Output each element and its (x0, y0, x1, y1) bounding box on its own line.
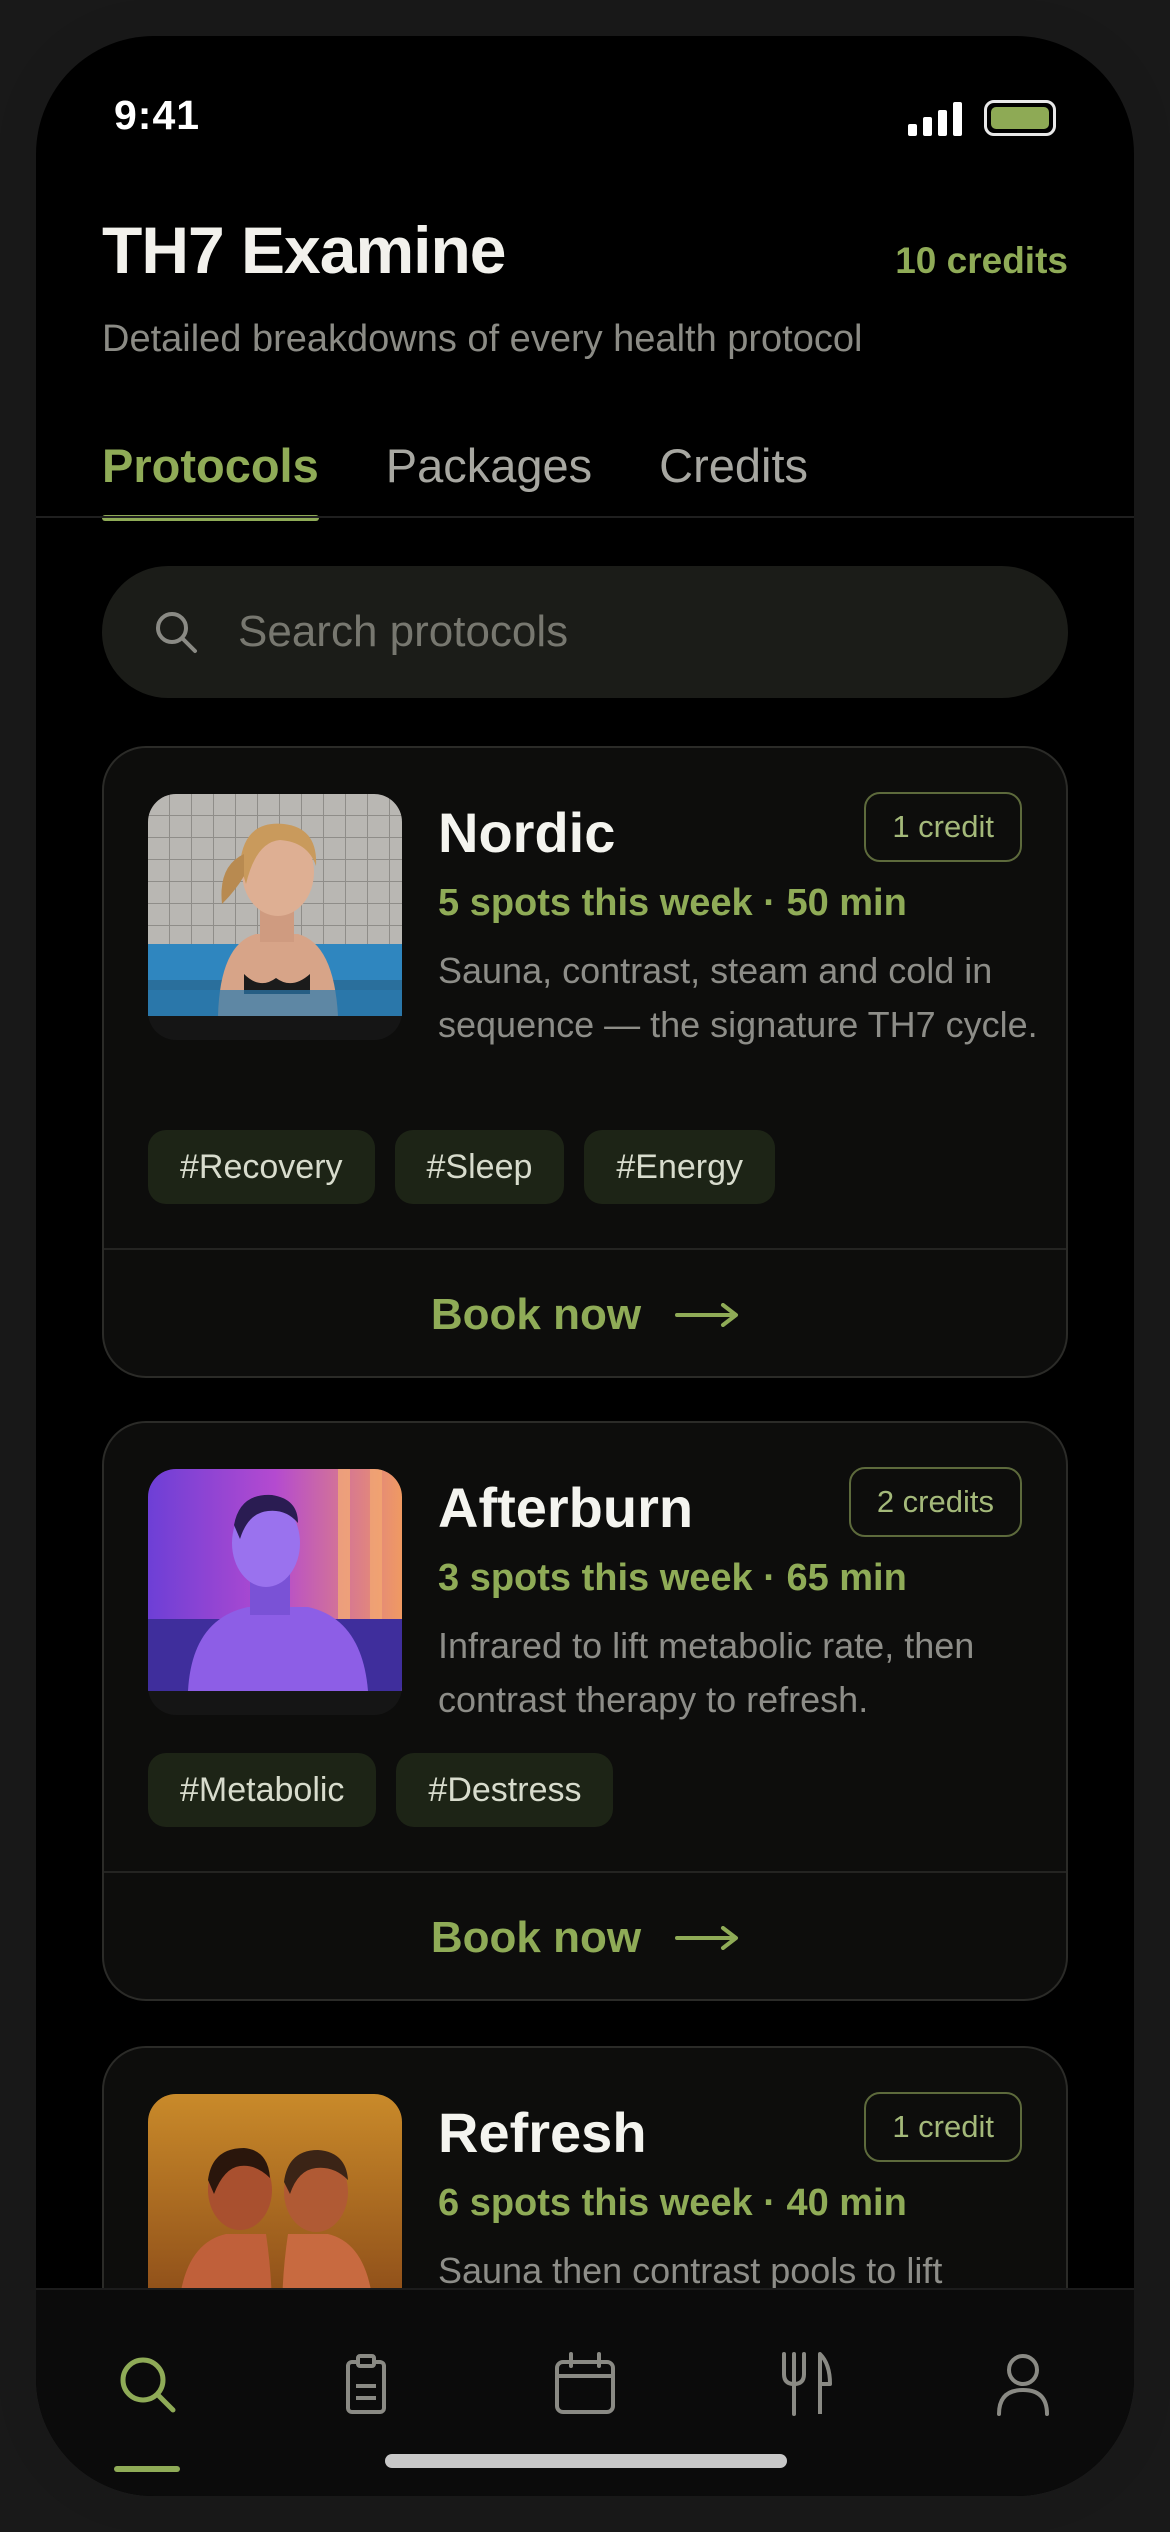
credit-cost-badge: 1 credit (864, 2092, 1022, 2162)
page-subtitle: Detailed breakdowns of every health prot… (102, 318, 863, 360)
home-indicator[interactable] (385, 2454, 787, 2468)
book-now-label: Book now (430, 1913, 642, 1962)
search-icon (120, 2357, 176, 2413)
credit-cost-badge: 2 credits (848, 1467, 1022, 1537)
search-icon (156, 612, 197, 653)
arrow-right-icon (675, 1926, 739, 1950)
nav-search[interactable] (107, 2350, 187, 2430)
book-now-label: Book now (430, 1290, 642, 1339)
status-time: 9:41 (114, 92, 201, 138)
protocol-title: Afterburn (438, 1476, 694, 1539)
tab-protocols[interactable]: Protocols (102, 438, 319, 521)
tag-chip[interactable]: #Sleep (394, 1130, 565, 1204)
tag-chip[interactable]: #Recovery (148, 1130, 375, 1204)
calendar-icon (555, 2352, 615, 2414)
protocol-image-afterburn (148, 1469, 402, 1715)
protocol-card-afterburn[interactable]: Afterburn 2 credits 3 spots this week · … (102, 1421, 1068, 2001)
battery-level (991, 107, 1049, 129)
nav-calendar[interactable] (545, 2350, 625, 2430)
credits-balance[interactable]: 10 credits (895, 240, 1068, 282)
tag-chip[interactable]: #Destress (396, 1753, 614, 1827)
protocol-description: Sauna, contrast, steam and cold in seque… (438, 950, 1038, 1045)
tab-bar: Protocols Packages Credits (102, 438, 808, 521)
search-input[interactable] (238, 607, 998, 657)
app-screen: 9:41 TH7 Examine 10 credits Detailed bre… (36, 36, 1134, 2496)
tag-list: #Recovery #Sleep #Energy (148, 1130, 776, 1204)
protocol-description: Infrared to lift metabolic rate, then co… (438, 1625, 975, 1720)
protocol-availability: 3 spots this week · 65 min (438, 1557, 907, 1599)
protocol-image-nordic (148, 794, 402, 1040)
protocol-availability: 6 spots this week · 40 min (438, 2182, 907, 2224)
protocol-title: Refresh (438, 2101, 647, 2164)
nav-profile[interactable] (983, 2350, 1063, 2430)
clipboard-icon (346, 2354, 386, 2414)
tag-list: #Metabolic #Destress (148, 1753, 614, 1827)
protocol-title: Nordic (438, 801, 616, 864)
battery-icon (984, 100, 1056, 136)
tag-chip[interactable]: #Energy (584, 1130, 776, 1204)
tab-packages[interactable]: Packages (386, 438, 592, 521)
profile-icon (997, 2354, 1049, 2416)
tag-chip[interactable]: #Metabolic (148, 1753, 377, 1827)
tab-divider (36, 516, 1134, 518)
nav-clipboard[interactable] (326, 2350, 406, 2430)
device-frame: 9:41 TH7 Examine 10 credits Detailed bre… (0, 0, 1170, 2532)
book-now-button[interactable]: Book now (104, 1873, 1066, 1999)
book-now-button[interactable]: Book now (104, 1250, 1066, 1376)
nav-nutrition[interactable] (764, 2350, 844, 2430)
protocol-availability: 5 spots this week · 50 min (438, 882, 907, 924)
nav-active-indicator (114, 2466, 180, 2472)
utensils-icon (782, 2352, 832, 2416)
cellular-signal-icon (908, 102, 962, 136)
search-bar[interactable] (102, 566, 1068, 698)
tab-credits[interactable]: Credits (659, 438, 808, 521)
protocol-card-nordic[interactable]: Nordic 1 credit 5 spots this week · 50 m… (102, 746, 1068, 1378)
arrow-right-icon (675, 1303, 739, 1327)
page-title: TH7 Examine (102, 213, 506, 287)
credit-cost-badge: 1 credit (864, 792, 1022, 862)
